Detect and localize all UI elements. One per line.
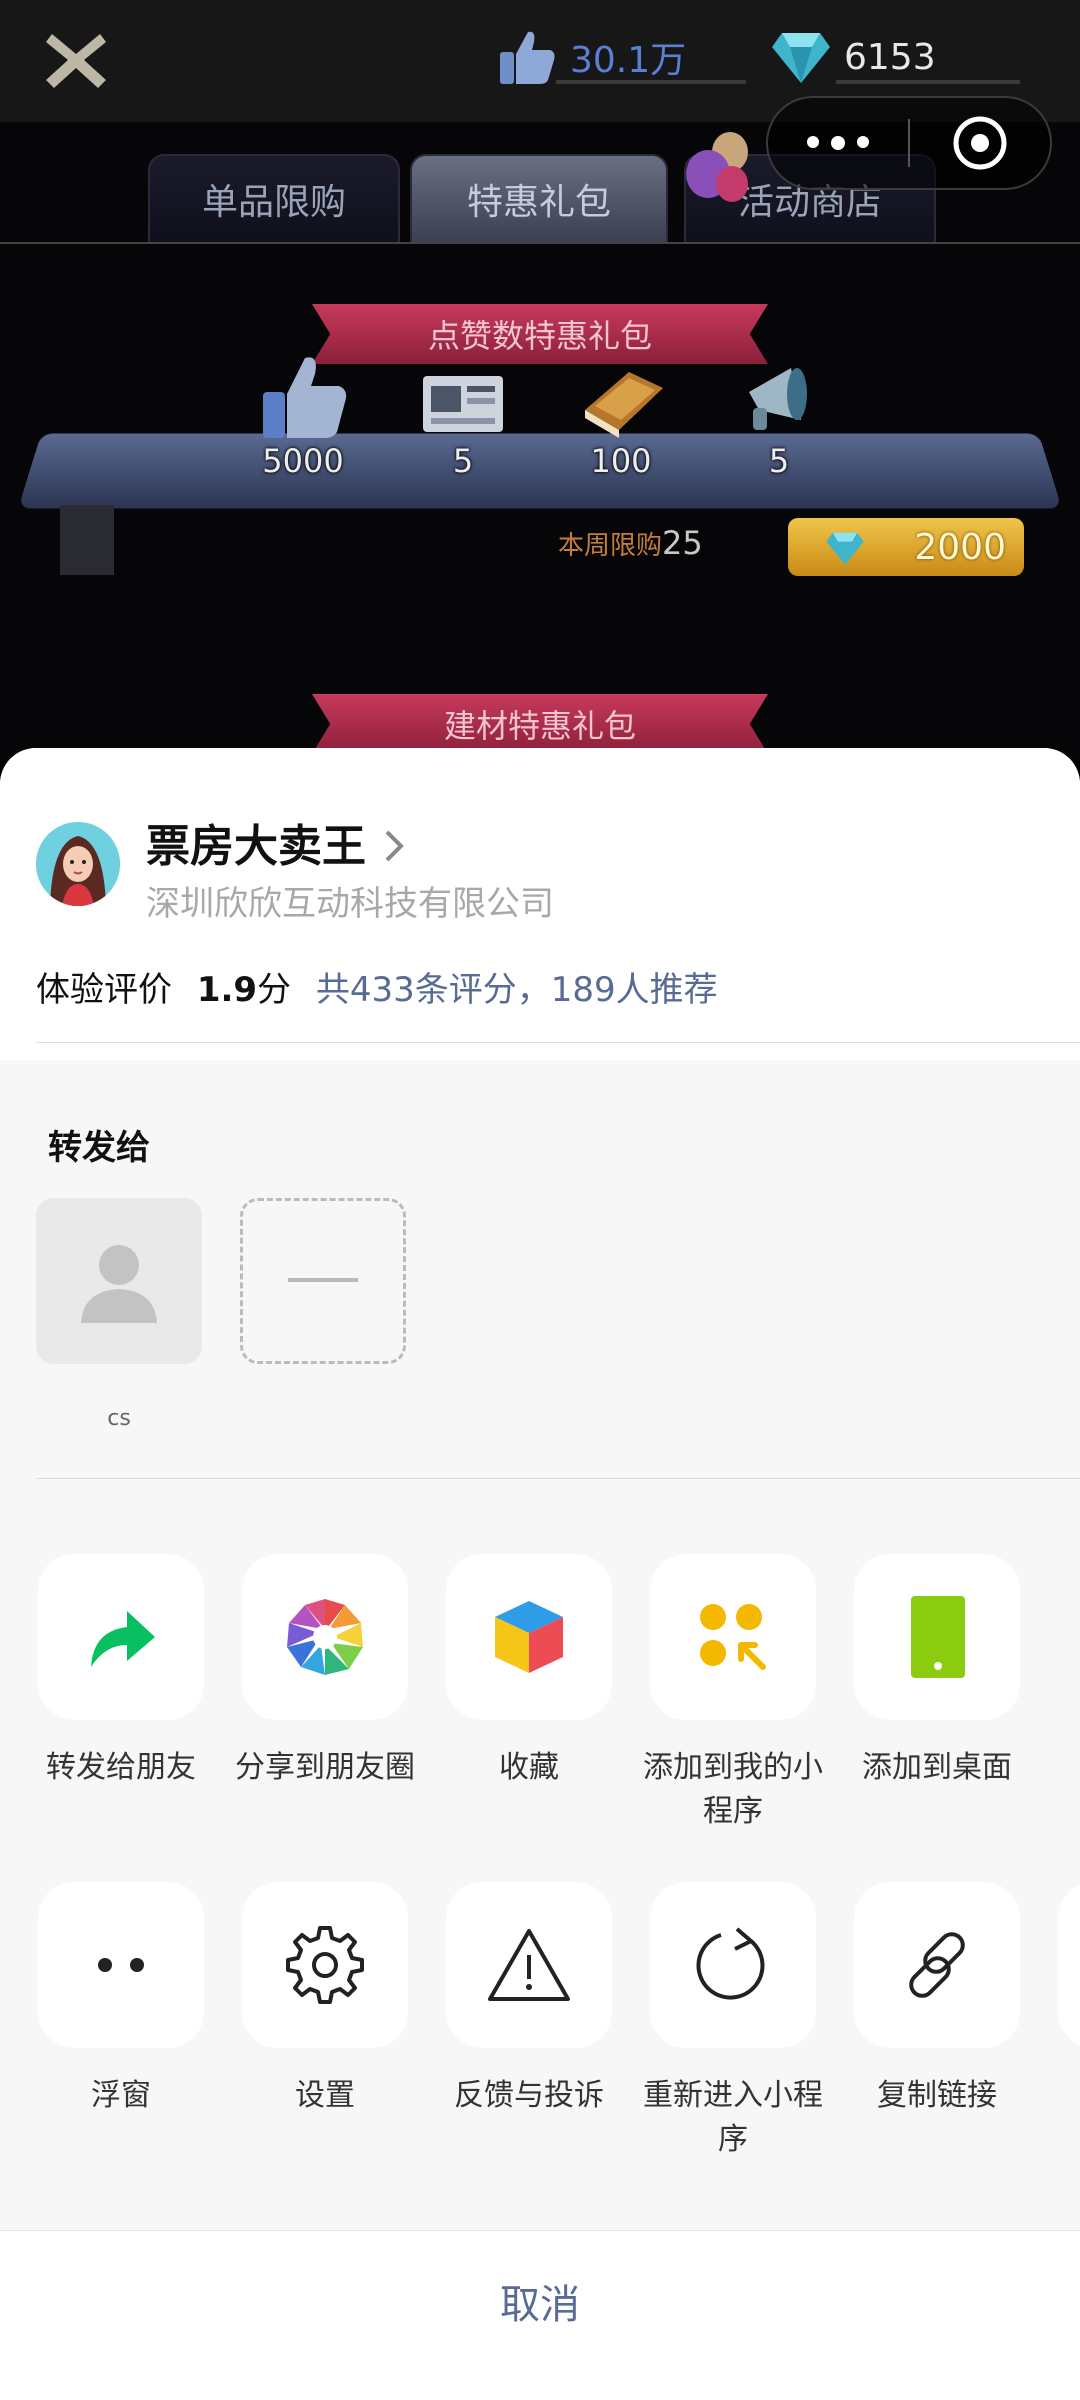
pack-item: 5 [408,348,518,480]
pack-item: 5000 [248,348,358,480]
app-info-header: 票房大卖王 深圳欣欣互动科技有限公司 体验评价 1.9分 共433条评分，189… [0,748,1080,1060]
contact-avatar[interactable] [36,1198,202,1364]
rating-detail-link[interactable]: 共433条评分，189人推荐 [316,970,718,1010]
pack-item: 5 [724,348,834,480]
pack2-title: 建材特惠礼包 [312,694,768,754]
action-share-moments[interactable]: 分享到朋友圈 [235,1554,415,1790]
action-add-to-desktop[interactable]: 添加到桌面 [854,1554,1020,1790]
add-miniprogram-icon [700,1604,766,1670]
book-icon [585,372,663,438]
diamonds-value: 6153 [844,36,936,78]
close-icon[interactable] [40,24,112,96]
pack1-title: 点赞数特惠礼包 [312,304,768,364]
diamonds-bar [836,80,1020,84]
contact-item[interactable]: cs [36,1198,202,1431]
game-background: 30.1万 6153 单品限购 特惠礼包 活动商店 点赞数特惠礼包 5000 5… [0,0,1080,760]
action-reenter[interactable]: 重新进入小程序 [643,1882,823,2162]
contact-name: cs [107,1406,131,1431]
exit-target-icon[interactable] [910,115,1050,171]
chevron-right-icon[interactable] [383,828,407,864]
weekly-limit: 本周限购25 [558,524,703,562]
miniprogram-capsule [766,96,1052,190]
thumbs-up-icon [500,31,555,84]
gear-icon [286,1926,364,2004]
action-feedback[interactable]: 反馈与投诉 [446,1882,612,2118]
likes-stat: 30.1万 [496,22,746,92]
megaphone-icon [749,368,807,430]
phone-icon [911,1596,965,1678]
thumbs-up-icon [263,357,347,438]
more-contacts-button[interactable] [240,1198,406,1364]
buy-pack1-button[interactable]: 2000 [788,518,1024,576]
app-company: 深圳欣欣互动科技有限公司 [146,884,554,924]
action-settings[interactable]: 设置 [242,1882,408,2118]
likes-bar [556,80,746,84]
action-favorite[interactable]: 收藏 [446,1554,612,1790]
more-options-icon[interactable] [768,136,908,150]
more-contacts[interactable] [240,1198,406,1364]
cube-icon [495,1601,563,1673]
forward-arrow-icon [91,1611,155,1667]
rating-summary: 体验评价 1.9分 共433条评分，189人推荐 [36,970,718,1010]
diamonds-stat: 6153 [770,22,1020,92]
diamond-icon [772,33,830,83]
forward-to-title: 转发给 [48,1128,150,1168]
pack-item: 100 [566,348,676,480]
shelf [18,433,1062,509]
person-icon [81,1245,157,1323]
link-icon [909,1932,965,1998]
moments-aperture-icon [287,1599,363,1675]
tab-single-limit[interactable]: 单品限购 [148,154,400,242]
dash-icon [288,1278,358,1282]
action-copy-link[interactable]: 复制链接 [854,1882,1020,2118]
refresh-icon [696,1927,765,2000]
action-more-partial[interactable] [1058,1882,1080,2048]
action-forward-friend[interactable]: 转发给朋友 [38,1554,204,1790]
newspaper-icon [423,376,503,432]
app-avatar[interactable] [36,822,120,906]
action-floating-window[interactable]: 浮窗 [38,1882,204,2118]
share-sheet: 票房大卖王 深圳欣欣互动科技有限公司 体验评价 1.9分 共433条评分，189… [0,748,1080,2400]
balloons-icon [686,132,748,202]
float-dots-icon [98,1958,144,1972]
likes-value: 30.1万 [570,40,687,81]
warning-icon [488,1929,570,2001]
cancel-button[interactable]: 取消 [0,2230,1080,2400]
action-add-to-my-miniprograms[interactable]: 添加到我的小程序 [643,1554,823,1834]
app-name[interactable]: 票房大卖王 [146,810,366,874]
tab-special-pack[interactable]: 特惠礼包 [410,154,668,242]
diamond-icon [826,532,864,565]
